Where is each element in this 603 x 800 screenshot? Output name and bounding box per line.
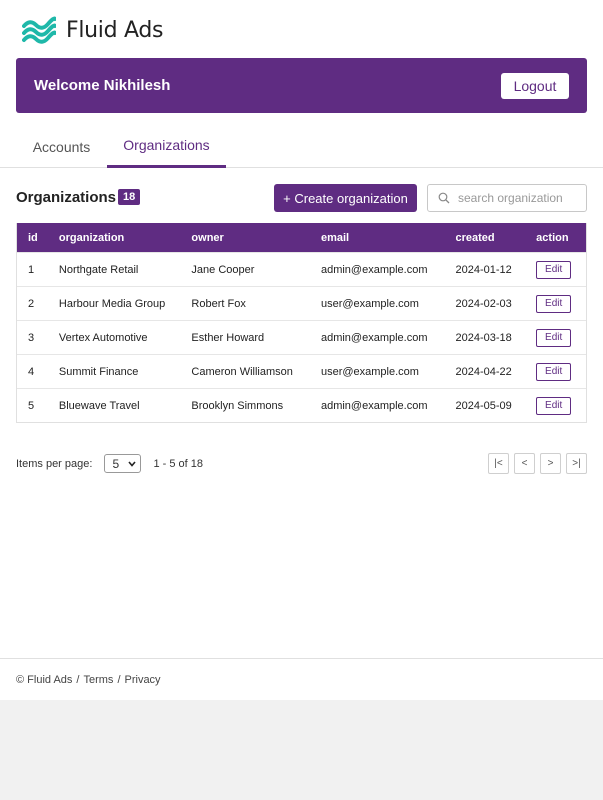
column-header-created[interactable]: created	[455, 232, 536, 244]
tab-bar: Accounts Organizations	[0, 125, 603, 168]
cell-owner: Jane Cooper	[191, 263, 255, 276]
next-page-button[interactable]: >	[540, 453, 561, 474]
cell-owner: Robert Fox	[191, 297, 246, 310]
table-row: 3 Vertex Automotive Esther Howard admin@…	[17, 320, 586, 354]
edit-button[interactable]: Edit	[536, 294, 572, 313]
cell-action: Edit	[536, 294, 586, 313]
organizations-toolbar: Organizations 18 + Create organization	[16, 183, 587, 213]
cell-created: 2024-03-18	[455, 331, 512, 344]
welcome-banner: Welcome Nikhilesh Logout	[16, 58, 587, 113]
cell-id: 3	[28, 331, 35, 344]
page-range: 1 - 5 of 18	[153, 457, 203, 470]
logout-button[interactable]: Logout	[501, 72, 569, 99]
column-header-email[interactable]: email	[321, 232, 456, 244]
search-icon	[438, 192, 450, 204]
table-row: 1 Northgate Retail Jane Cooper admin@exa…	[17, 252, 586, 286]
cell-action: Edit	[536, 260, 586, 279]
cell-organization: Vertex Automotive	[58, 331, 148, 344]
footer-separator: /	[76, 673, 80, 686]
edit-button[interactable]: Edit	[536, 328, 572, 347]
search-box[interactable]	[427, 184, 587, 212]
cell-created: 2024-02-03	[455, 297, 512, 310]
copyright: © Fluid Ads	[16, 673, 73, 686]
page-size-value: 5	[112, 456, 120, 471]
tab-organizations[interactable]: Organizations	[107, 125, 226, 168]
cell-action: Edit	[536, 328, 586, 347]
footer-separator: /	[117, 673, 121, 686]
edit-button[interactable]: Edit	[536, 362, 572, 381]
page-size-select[interactable]: 5	[104, 454, 142, 473]
edit-button[interactable]: Edit	[536, 260, 572, 279]
pagination: Items per page: 5 1 - 5 of 18 |< < > >|	[16, 453, 587, 474]
cell-action: Edit	[536, 396, 586, 415]
last-page-button[interactable]: >|	[566, 453, 587, 474]
cell-organization: Bluewave Travel	[58, 399, 140, 412]
section-title: Organizations	[16, 189, 117, 206]
column-header-id[interactable]: id	[17, 232, 59, 244]
search-input[interactable]	[458, 191, 578, 205]
table-row: 2 Harbour Media Group Robert Fox user@ex…	[17, 286, 586, 320]
table-row: 4 Summit Finance Cameron Williamson user…	[17, 354, 586, 388]
column-header-action: action	[536, 231, 569, 244]
cell-created: 2024-04-22	[455, 365, 512, 378]
cell-created: 2024-05-09	[455, 399, 512, 412]
terms-link[interactable]: Terms	[83, 674, 113, 686]
cell-email: user@example.com	[320, 297, 419, 310]
privacy-link[interactable]: Privacy	[125, 674, 161, 686]
edit-button[interactable]: Edit	[536, 396, 572, 415]
prev-page-button[interactable]: <	[514, 453, 535, 474]
cell-email: admin@example.com	[320, 331, 428, 344]
column-header-owner[interactable]: owner	[191, 232, 321, 244]
organizations-table: id organization owner email created acti…	[16, 223, 587, 423]
tab-accounts[interactable]: Accounts	[16, 125, 107, 168]
page-nav: |< < > >|	[483, 453, 587, 474]
first-page-button[interactable]: |<	[488, 453, 509, 474]
wave-logo-icon	[22, 16, 56, 44]
cell-id: 2	[28, 297, 35, 310]
create-organization-button[interactable]: + Create organization	[274, 184, 417, 212]
brand-name: Fluid Ads	[66, 17, 164, 43]
cell-owner: Cameron Williamson	[191, 365, 293, 378]
cell-email: admin@example.com	[320, 399, 428, 412]
welcome-text: Welcome Nikhilesh	[34, 77, 171, 94]
cell-action: Edit	[536, 362, 586, 381]
footer: © Fluid Ads / Terms / Privacy	[0, 658, 603, 700]
page: Fluid Ads Welcome Nikhilesh Logout Accou…	[0, 0, 603, 700]
count-badge: 18	[118, 189, 141, 205]
cell-owner: Esther Howard	[191, 331, 265, 344]
table-header: id organization owner email created acti…	[17, 223, 586, 252]
cell-id: 5	[28, 399, 35, 412]
cell-created: 2024-01-12	[455, 263, 512, 276]
table-row: 5 Bluewave Travel Brooklyn Simmons admin…	[17, 388, 586, 422]
cell-organization: Harbour Media Group	[58, 297, 166, 310]
cell-id: 1	[28, 263, 35, 276]
cell-email: user@example.com	[320, 365, 419, 378]
chevron-down-icon	[128, 460, 137, 467]
cell-organization: Northgate Retail	[58, 263, 139, 276]
cell-owner: Brooklyn Simmons	[191, 399, 284, 412]
column-header-organization[interactable]: organization	[59, 232, 192, 244]
cell-email: admin@example.com	[320, 263, 428, 276]
cell-organization: Summit Finance	[58, 365, 139, 378]
items-per-page-label: Items per page:	[16, 457, 93, 470]
brand: Fluid Ads	[22, 16, 163, 44]
cell-id: 4	[28, 365, 35, 378]
